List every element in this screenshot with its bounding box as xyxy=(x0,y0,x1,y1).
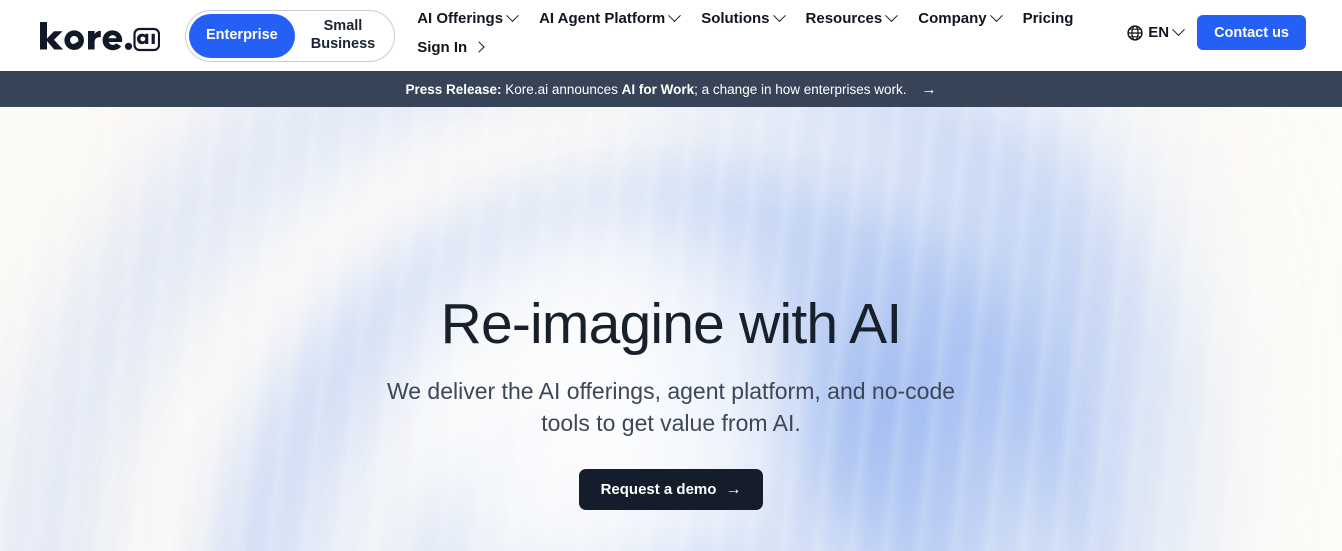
contact-us-button[interactable]: Contact us xyxy=(1197,15,1306,50)
hero-content: Re-imagine with AI We deliver the AI off… xyxy=(0,107,1342,551)
announcement-text-before: Kore.ai announces xyxy=(501,81,622,97)
chevron-down-icon xyxy=(885,8,899,22)
header-left-group: Enterprise Small Business xyxy=(38,0,396,71)
nav-item-resources[interactable]: Resources xyxy=(805,8,899,27)
site-header: Enterprise Small Business AI Offerings A… xyxy=(0,0,1342,71)
request-a-demo-button[interactable]: Request a demo → xyxy=(578,469,764,511)
nav-item-ai-agent-platform[interactable]: AI Agent Platform xyxy=(539,8,682,27)
hero-section: Re-imagine with AI We deliver the AI off… xyxy=(0,107,1342,551)
language-code: EN xyxy=(1148,24,1170,41)
chevron-down-icon xyxy=(772,8,786,22)
small-business-line1: Small xyxy=(323,18,363,35)
announcement-banner[interactable]: Press Release: Kore.ai announces AI for … xyxy=(0,71,1342,107)
nav-label: Sign In xyxy=(417,38,468,56)
audience-toggle-small-business[interactable]: Small Business xyxy=(295,14,391,58)
nav-item-sign-in[interactable]: Sign In xyxy=(417,38,485,56)
announcement-text-after: ; a change in how enterprises work. xyxy=(694,81,907,97)
chevron-down-icon xyxy=(989,8,1003,22)
nav-label: AI Agent Platform xyxy=(539,9,666,27)
nav-item-pricing[interactable]: Pricing xyxy=(1023,10,1074,27)
nav-label: Pricing xyxy=(1022,9,1074,27)
nav-label: Resources xyxy=(805,9,883,27)
nav-row-primary: AI Offerings AI Agent Platform Solutions… xyxy=(417,3,1127,33)
nav-item-solutions[interactable]: Solutions xyxy=(701,8,786,27)
nav-label: Solutions xyxy=(701,9,770,27)
primary-navigation: AI Offerings AI Agent Platform Solutions… xyxy=(417,0,1127,61)
language-selector[interactable]: EN xyxy=(1127,23,1185,41)
page-root: Enterprise Small Business AI Offerings A… xyxy=(0,0,1342,551)
nav-item-ai-offerings[interactable]: AI Offerings xyxy=(417,8,519,27)
nav-item-company[interactable]: Company xyxy=(918,8,1003,27)
chevron-down-icon xyxy=(668,8,682,22)
arrow-right-icon: → xyxy=(725,480,742,498)
nav-label: AI Offerings xyxy=(417,9,504,27)
request-a-demo-label: Request a demo xyxy=(600,481,717,499)
globe-icon xyxy=(1127,24,1143,41)
header-actions: EN Contact us xyxy=(1127,0,1306,71)
hero-title: Re-imagine with AI xyxy=(440,292,903,356)
announcement-label: Press Release: xyxy=(405,81,502,97)
chevron-down-icon xyxy=(1172,23,1185,37)
arrow-right-icon: → xyxy=(921,80,937,98)
hero-subtitle: We deliver the AI offerings, agent platf… xyxy=(386,377,956,436)
chevron-down-icon xyxy=(506,8,519,22)
announcement-highlight: AI for Work xyxy=(621,81,695,97)
chevron-right-icon xyxy=(473,41,485,53)
nav-label: Company xyxy=(918,9,987,27)
nav-row-secondary: Sign In xyxy=(417,33,1127,61)
kore-ai-logo[interactable] xyxy=(38,16,160,56)
small-business-line2: Business xyxy=(310,35,376,52)
audience-toggle-enterprise[interactable]: Enterprise xyxy=(189,13,295,58)
audience-toggle[interactable]: Enterprise Small Business xyxy=(185,9,396,62)
announcement-text: Press Release: Kore.ai announces AI for … xyxy=(405,82,906,97)
